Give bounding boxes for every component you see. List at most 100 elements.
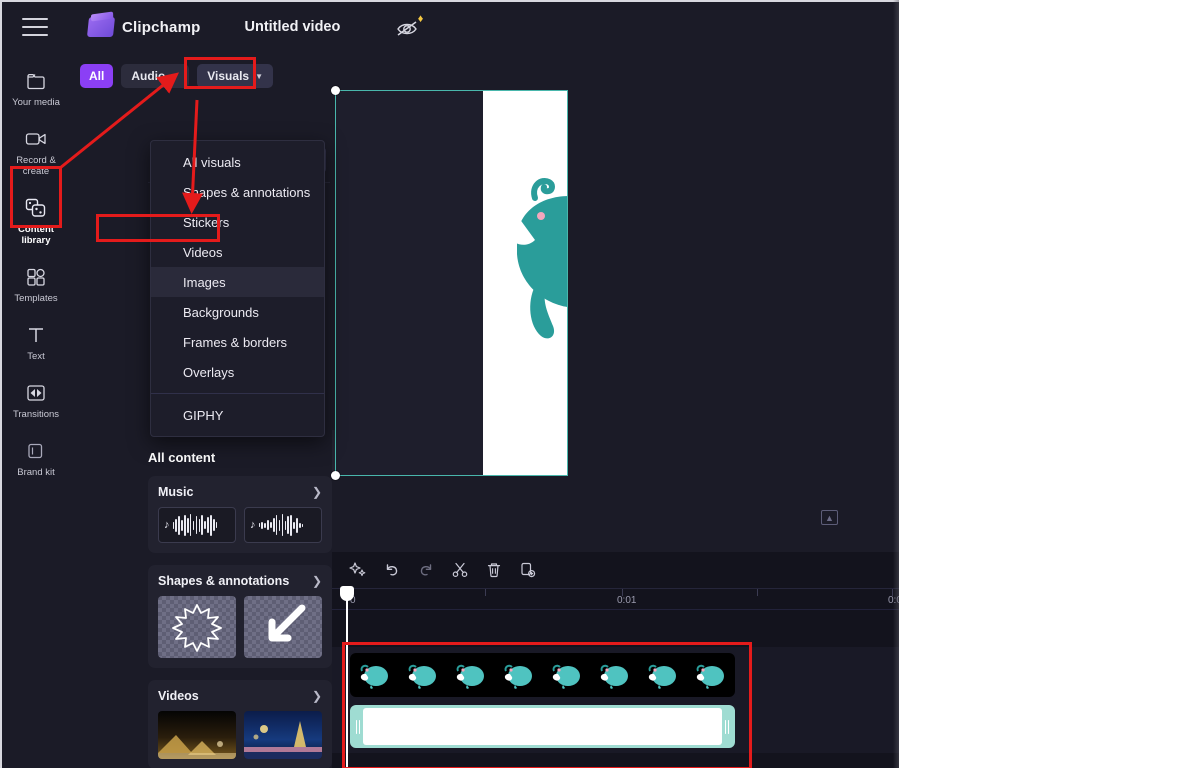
shape-thumb-starburst[interactable] xyxy=(158,596,236,658)
eye-slash-icon[interactable]: ♦ xyxy=(394,13,423,38)
ruler-label: 0:0 xyxy=(888,595,899,606)
menu-item-frames-borders[interactable]: Frames & borders xyxy=(151,327,324,357)
timeline-ruler[interactable]: 0 0:01 0:0 xyxy=(332,588,899,610)
music-note-icon: ♪ xyxy=(164,519,170,531)
chevron-right-icon[interactable]: ❯ xyxy=(312,485,322,499)
music-note-icon: ♪ xyxy=(250,519,256,531)
video-thumb[interactable] xyxy=(158,711,236,759)
section-header[interactable]: Music ❯ xyxy=(158,485,322,499)
video-thumb[interactable] xyxy=(244,711,322,759)
menu-item-label: Overlays xyxy=(183,364,235,380)
visuals-dropdown-menu: All visuals Shapes & annotations Sticker… xyxy=(150,140,325,437)
content-sections: Music ❯ ♪ ♪ Shapes & annotations ❯ Video… xyxy=(148,476,332,768)
music-thumb[interactable]: ♪ xyxy=(244,507,322,543)
video-camera-icon xyxy=(25,128,47,150)
section-thumbs xyxy=(158,596,322,658)
section-music: Music ❯ ♪ ♪ xyxy=(148,476,332,553)
clip-frame xyxy=(590,653,638,697)
content-library-icon xyxy=(25,197,47,219)
chevron-right-icon[interactable]: ❯ xyxy=(312,574,322,588)
section-thumbs xyxy=(158,711,322,759)
section-title: Videos xyxy=(158,689,199,703)
chevron-right-icon[interactable]: ❯ xyxy=(312,689,322,703)
magic-ai-icon[interactable] xyxy=(344,556,372,584)
trim-handle-left[interactable] xyxy=(353,719,363,734)
video-stage[interactable] xyxy=(335,90,568,476)
clip-frame xyxy=(734,653,735,697)
redo-icon[interactable] xyxy=(412,556,440,584)
duplicate-icon[interactable] xyxy=(514,556,542,584)
content-library-panel: All Audio ▼ Visuals ▼ All visuals Shapes… xyxy=(70,52,397,768)
menu-item-backgrounds[interactable]: Backgrounds xyxy=(151,297,324,327)
all-content-heading: All content xyxy=(148,450,216,465)
page-background xyxy=(899,0,1200,768)
menu-item-label: Stickers xyxy=(183,214,230,230)
music-thumb[interactable]: ♪ xyxy=(158,507,236,543)
menu-item-label: Shapes & annotations xyxy=(183,184,311,200)
playhead-line[interactable] xyxy=(346,588,348,768)
ruler-tick xyxy=(485,589,486,596)
timeline-area: 0 0:01 0:0 xyxy=(332,552,899,768)
starburst-icon xyxy=(172,604,222,652)
clip-frame xyxy=(446,653,494,697)
brand-name: Clipchamp xyxy=(122,18,201,36)
menu-item-all-visuals[interactable]: All visuals xyxy=(151,147,324,177)
clip-frame xyxy=(542,653,590,697)
resize-handle-top-left[interactable] xyxy=(331,86,340,95)
transitions-icon xyxy=(25,382,47,404)
brand[interactable]: Clipchamp xyxy=(86,17,201,37)
sidebar-item-your-media[interactable]: Your media xyxy=(4,62,68,116)
menu-item-giphy[interactable]: GIPHY xyxy=(151,400,324,430)
shape-thumb-arrow[interactable] xyxy=(244,596,322,658)
sidebar-item-templates[interactable]: Templates xyxy=(4,258,68,312)
sidebar-item-transitions[interactable]: Transitions xyxy=(4,374,68,428)
sidebar-item-label: Templates xyxy=(14,293,58,304)
menu-item-label: Frames & borders xyxy=(183,334,288,350)
menu-divider xyxy=(151,393,324,394)
section-videos: Videos ❯ xyxy=(148,680,332,768)
sidebar-item-label: Brand kit xyxy=(17,467,55,478)
menu-item-stickers[interactable]: Stickers xyxy=(151,207,324,237)
crop-resize-icon[interactable]: ▲ xyxy=(821,510,838,525)
sidebar-item-text[interactable]: Text xyxy=(4,316,68,370)
trim-handle-right[interactable] xyxy=(722,719,732,734)
grid-templates-icon xyxy=(25,266,47,288)
split-scissors-icon[interactable] xyxy=(446,556,474,584)
sidebar-item-brand-kit[interactable]: Brand kit xyxy=(4,432,68,486)
stage-image xyxy=(483,90,568,476)
menu-item-label: Videos xyxy=(183,244,223,260)
undo-icon[interactable] xyxy=(378,556,406,584)
filter-chip-label: All xyxy=(89,69,105,83)
arrow-down-left-icon xyxy=(268,604,306,642)
left-rail: Your media Record & create Content libra… xyxy=(2,52,70,768)
section-header[interactable]: Videos ❯ xyxy=(158,689,322,703)
audio-clip[interactable] xyxy=(350,705,735,748)
ruler-label: 0:01 xyxy=(617,595,637,606)
menu-item-label: All visuals xyxy=(183,154,241,170)
text-t-icon xyxy=(25,324,47,346)
sidebar-item-record-create[interactable]: Record & create xyxy=(4,120,68,185)
playhead-handle[interactable] xyxy=(340,586,354,601)
menu-item-shapes-annotations[interactable]: Shapes & annotations xyxy=(151,177,324,207)
filter-chip-all[interactable]: All xyxy=(80,64,114,88)
filter-bar: All Audio ▼ Visuals ▼ xyxy=(70,52,332,88)
menu-item-images[interactable]: Images xyxy=(151,267,324,297)
waveform-icon xyxy=(172,514,218,536)
section-title: Shapes & annotations xyxy=(158,574,290,588)
clip-frame xyxy=(398,653,446,697)
video-title-field[interactable]: Untitled video xyxy=(232,13,352,41)
menu-item-overlays[interactable]: Overlays xyxy=(151,357,324,387)
hamburger-menu-icon[interactable] xyxy=(22,18,48,36)
menu-item-label: Images xyxy=(183,274,226,290)
crown-icon: ♦ xyxy=(417,13,424,25)
filter-chip-visuals[interactable]: Visuals ▼ xyxy=(197,64,273,88)
filter-chip-audio[interactable]: Audio ▼ xyxy=(121,64,190,88)
menu-item-videos[interactable]: Videos xyxy=(151,237,324,267)
sidebar-item-content-library[interactable]: Content library xyxy=(4,189,68,254)
delete-trash-icon[interactable] xyxy=(480,556,508,584)
resize-handle-bottom-left[interactable] xyxy=(331,471,340,480)
section-header[interactable]: Shapes & annotations ❯ xyxy=(158,574,322,588)
clipchamp-logo-icon xyxy=(86,17,116,37)
video-clip[interactable] xyxy=(350,653,735,697)
folder-icon xyxy=(25,70,47,92)
